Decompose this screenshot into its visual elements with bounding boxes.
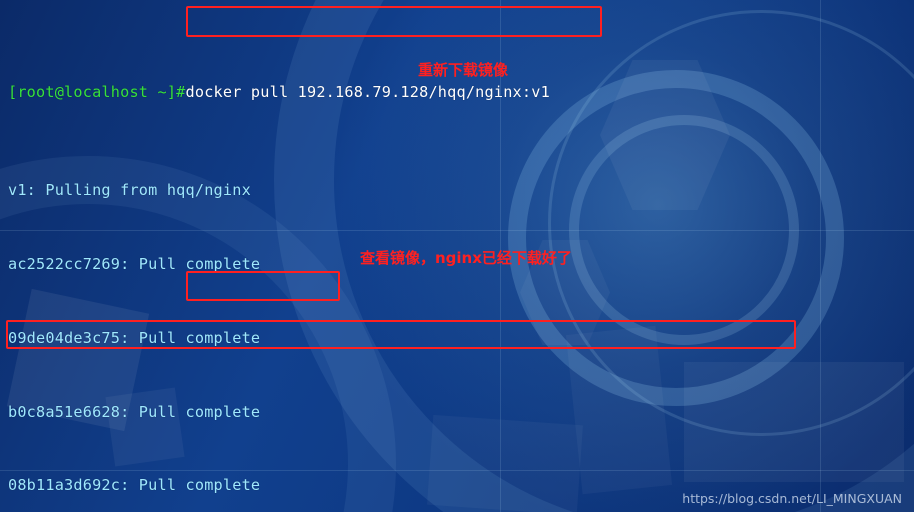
terminal-line-output: b0c8a51e6628: Pull complete [8,400,746,425]
watermark-text: https://blog.csdn.net/LI_MINGXUAN [682,491,902,506]
output-text: b0c8a51e6628: Pull complete [8,402,261,421]
terminal-line-output: v1: Pulling from hqq/nginx [8,178,746,203]
wallpaper-line-4 [820,0,821,512]
annotation-images-note: 查看镜像，nginx已经下载好了 [360,249,572,267]
output-text: ac2522cc7269: Pull complete [8,254,261,273]
output-text: v1: Pulling from hqq/nginx [8,181,251,200]
output-text: 09de04de3c75: Pull complete [8,328,261,347]
terminal-line-command-pull: [root@localhost ~]#docker pull 192.168.7… [8,80,746,105]
terminal-screenshot: [root@localhost ~]#docker pull 192.168.7… [0,0,914,512]
terminal-line-output: 08b11a3d692c: Pull complete [8,473,746,498]
output-text: 08b11a3d692c: Pull complete [8,476,261,495]
terminal-line-output: 09de04de3c75: Pull complete [8,326,746,351]
command-text: docker pull 192.168.79.128/hqq/nginx:v1 [185,82,550,101]
annotation-download-note: 重新下载镜像 [418,61,509,79]
shell-prompt-text: [root@localhost ~]# [8,82,186,101]
